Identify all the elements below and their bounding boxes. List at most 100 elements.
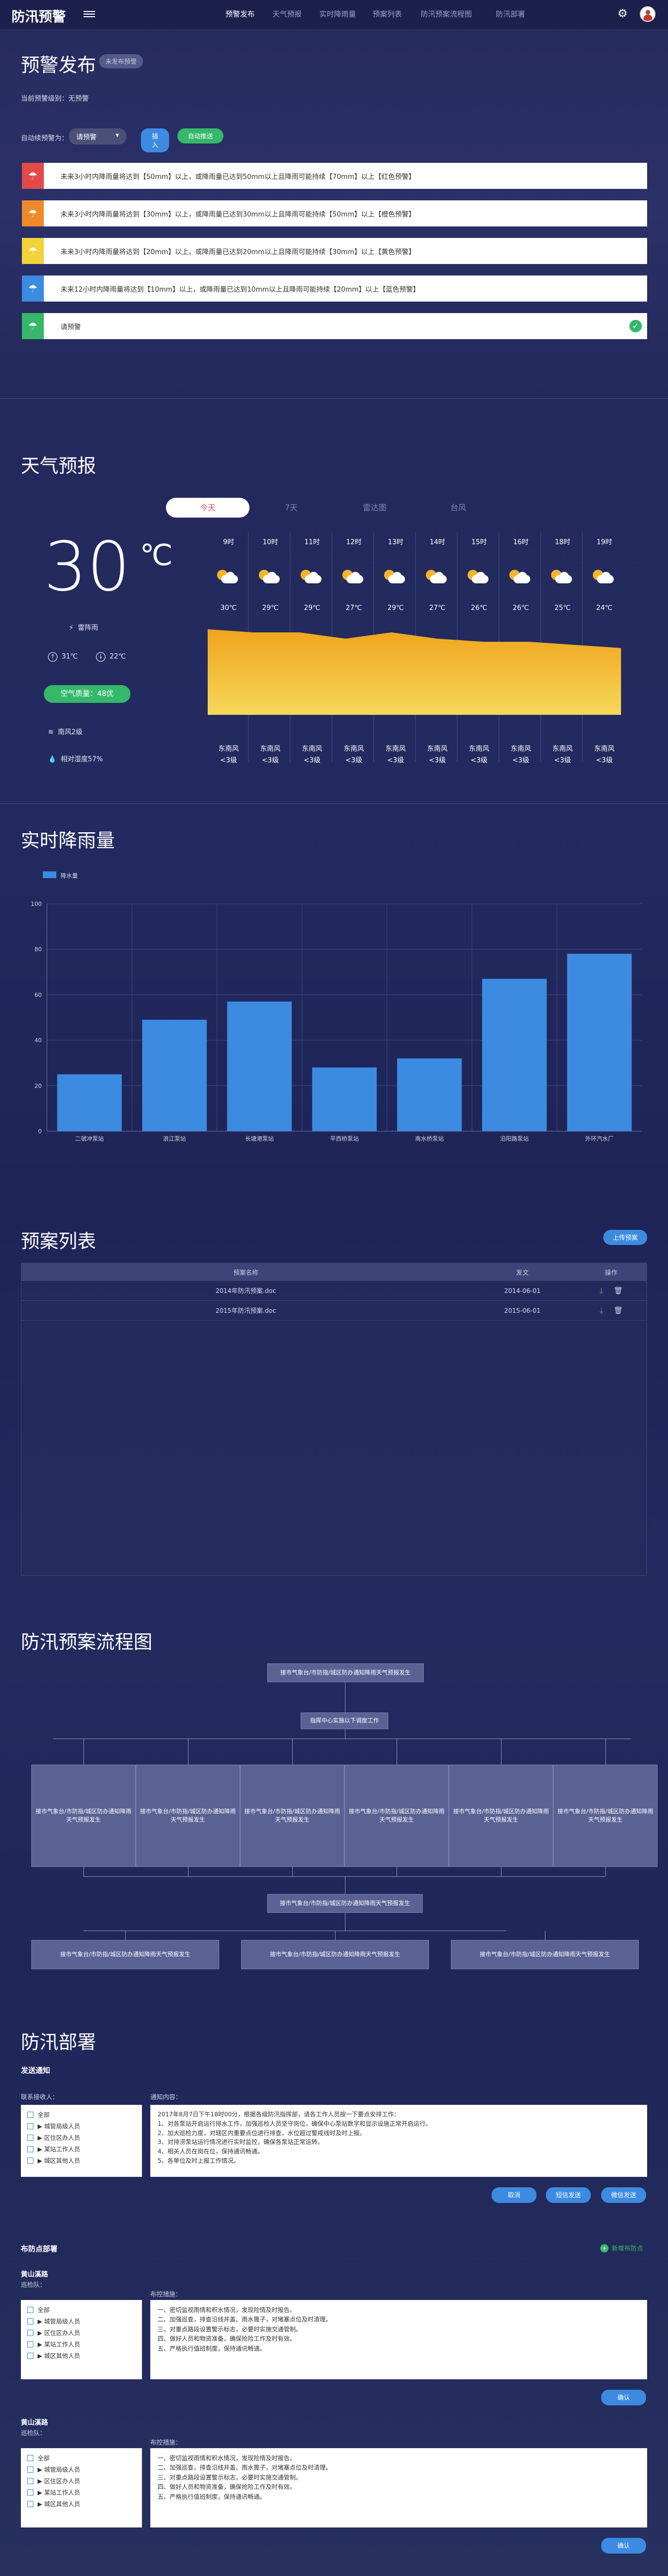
warning-row[interactable]: ☂ 未来3小时内降雨量将达到【50mm】以上，或降雨量已达到50mm以上且降雨可能… — [22, 163, 647, 189]
staff-checkbox[interactable]: 全部 — [27, 2304, 136, 2316]
auto-push-button[interactable]: 自动推送 — [177, 128, 223, 143]
trash-icon[interactable]: 🗑 — [614, 1307, 623, 1315]
lightning-icon: ⚡ — [69, 624, 74, 632]
plan-line: 五、严格执行值班制度，保持通讯畅通。 — [158, 2493, 266, 2500]
add-point-button[interactable]: + 新增布防点 — [600, 2244, 643, 2252]
flow-merge-box: 接市气象台/市防指/城区防办通知降雨天气预报发生 — [267, 1894, 423, 1913]
weather-title: 天气预报 — [21, 456, 97, 477]
hourly-forecast-chart — [208, 532, 621, 762]
check-icon[interactable]: ✓ — [629, 320, 642, 332]
notify-content-box[interactable]: 2017年8月7日下午18时00分，根据各级防汛指挥部，请各工作人员按一下要点安… — [150, 2105, 647, 2177]
insert-button[interactable]: 插入 — [141, 128, 169, 152]
hour-label: 12时 — [346, 538, 362, 546]
staff-checkbox[interactable]: ▶ 城区其他人员 — [27, 2350, 136, 2362]
cancel-button[interactable]: 取消 — [492, 2187, 536, 2203]
staff-checkbox[interactable]: ▶ 某站工作人员 — [27, 2339, 136, 2350]
staff-checkbox[interactable]: ▶ 区住区办人员 — [27, 2327, 136, 2339]
warning-row[interactable]: ☂ 未来3小时内降雨量将达到【30mm】以上，或降雨量已达到30mm以上且降雨可能… — [22, 200, 647, 226]
hour-temp: 27℃ — [429, 604, 446, 612]
droplet-icon: 💧 — [48, 756, 57, 763]
recipient-checkbox[interactable]: ▶ 城管局级人员 — [27, 2120, 136, 2132]
section-divider — [0, 398, 668, 399]
hour-wind: 东南风 — [594, 745, 615, 753]
gear-icon[interactable]: ⚙ — [616, 7, 629, 21]
hour-wind: 东南风 — [302, 745, 323, 753]
points-title: 布防点部署 — [21, 2245, 57, 2254]
staff-label-text: ▶ 区住区办人员 — [38, 2329, 80, 2337]
recipient-label: ▶ 区住区办人员 — [38, 2134, 80, 2141]
recipient-checkbox[interactable]: ▶ 区住区办人员 — [27, 2132, 136, 2143]
flow-connector — [335, 1931, 336, 1940]
hour-label: 16时 — [513, 538, 529, 546]
staff-checkbox[interactable]: ▶ 区住区办人员 — [27, 2475, 136, 2487]
upload-plan-button[interactable]: 上传预案 — [603, 1230, 647, 1245]
nav-item-flowchart[interactable]: 防汛预案流程图 — [421, 9, 472, 19]
partly-cloudy-icon — [257, 569, 283, 586]
nav-item-rainfall[interactable]: 实时降雨量 — [319, 9, 356, 19]
flow-step-box: 接市气象台/市防指/城区防办通知降雨天气预报发生 — [553, 1765, 658, 1867]
recipient-checkbox[interactable]: 全部 — [27, 2109, 136, 2120]
content-line: 5、各单位及时上报工作情况。 — [158, 2157, 240, 2165]
nav-item-alert[interactable]: 预警发布 — [225, 9, 255, 19]
tab-today[interactable]: 今天 — [166, 498, 249, 518]
plus-icon: + — [600, 2244, 609, 2252]
plan-box[interactable]: 一、密切监视雨情和积水情况，发现险情及时报告。 二、加强巡查，排查沿线井盖、雨水篦… — [150, 2448, 647, 2527]
flow-bottom-box: 接市气象台/市防指/城区防办通知降雨天气预报发生 — [241, 1940, 429, 1969]
staff-label-text: ▶ 城管局级人员 — [38, 2318, 80, 2325]
plan-line: 二、加强巡查，排查沿线井盖、雨水篦子，对堵塞点位及时清理。 — [158, 2316, 332, 2323]
flow-connector — [605, 1867, 606, 1876]
nav-item-deploy[interactable]: 防汛部署 — [496, 9, 525, 19]
warning-text: 未来3小时内降雨量将达到【50mm】以上，或降雨量已达到50mm以上且降雨可能持… — [61, 173, 415, 181]
staff-label: 巡检队： — [21, 2281, 46, 2289]
confirm-button[interactable]: 确认 — [601, 2390, 646, 2405]
tab-typhoon[interactable]: 台风 — [416, 498, 500, 518]
nav-item-plans[interactable]: 预案列表 — [373, 9, 402, 19]
staff-checkbox[interactable]: ▶ 城区其他人员 — [27, 2498, 136, 2510]
plan-date: 2015-06-01 — [504, 1307, 541, 1314]
avatar[interactable] — [640, 6, 655, 22]
download-icon[interactable]: ⤓ — [600, 1305, 603, 1316]
content-label: 通知内容： — [150, 2093, 182, 2101]
confirm-button[interactable]: 确认 — [601, 2538, 646, 2554]
wechat-send-button[interactable]: 微信发送 — [601, 2187, 646, 2203]
humidity-info: 💧 相对湿度57% — [48, 756, 103, 763]
plan-line: 二、加强巡查，排查沿线井盖、雨水篦子，对堵塞点位及时清理。 — [158, 2464, 332, 2472]
x-tick-label: 二號冲泵站 — [75, 1135, 104, 1142]
recipient-label: ▶ 某站工作人员 — [38, 2146, 80, 2153]
recipient-label: ▶ 城区其他人员 — [38, 2157, 80, 2164]
level-select[interactable]: 请预警 ▾ — [69, 128, 126, 145]
warning-row[interactable]: ☂ 请预警 ✓ — [22, 313, 647, 339]
content-line: 1、对各泵站开启运行排水工作，加强巡检人员坚守岗位，确保中心泵站数字和显示设施正… — [158, 2119, 432, 2127]
menu-icon[interactable] — [84, 9, 95, 19]
plan-box[interactable]: 一、密切监视雨情和积水情况，发现险情及时报告。 二、加强巡查，排查沿线井盖、雨水篦… — [150, 2300, 647, 2379]
warning-row[interactable]: ☂ 未来3小时内降雨量将达到【20mm】以上，或降雨量已达到20mm以上且降雨可能… — [22, 238, 647, 264]
y-tick-label: 20 — [34, 1083, 42, 1089]
staff-checkbox[interactable]: ▶ 城管局级人员 — [27, 2316, 136, 2327]
staff-checkbox[interactable]: ▶ 某站工作人员 — [27, 2487, 136, 2498]
y-tick-label: 0 — [38, 1128, 42, 1135]
content-line: 4、相关人员在岗在位，保持通讯畅通。 — [158, 2148, 264, 2155]
staff-checkbox[interactable]: ▶ 城管局级人员 — [27, 2464, 136, 2475]
rainfall-bar-chart: 0 20 40 60 80 100 二號冲泵站 浪江泵站 长塘港泵站 平西桥泵站 南水桥泵站 沿阳路泵… — [31, 901, 642, 1142]
hour-wind: 东南风 — [427, 745, 448, 753]
nav-item-weather[interactable]: 天气预报 — [272, 9, 302, 19]
tab-7days[interactable]: 7天 — [249, 498, 333, 518]
recipient-checkbox[interactable]: ▶ 城区其他人员 — [27, 2155, 136, 2166]
plan-date: 2014-06-01 — [504, 1287, 541, 1295]
flow-dispatch-box: 指挥中心实施以下调度工作 — [301, 1712, 388, 1729]
hour-wind-level: <3级 — [512, 757, 530, 764]
rain-bar — [227, 1001, 292, 1131]
tab-radar[interactable]: 雷达图 — [333, 498, 416, 518]
warning-text: 未来3小时内降雨量将达到【20mm】以上，或降雨量已达到20mm以上且降雨可能持… — [61, 248, 415, 256]
flow-connector — [292, 1739, 293, 1765]
legend-label: 降水量 — [61, 872, 78, 879]
flow-connector — [501, 1867, 502, 1876]
sms-send-button[interactable]: 短信发送 — [546, 2187, 591, 2203]
staff-label-text: ▶ 城区其他人员 — [38, 2500, 80, 2508]
recipient-checkbox[interactable]: ▶ 某站工作人员 — [27, 2143, 136, 2155]
trash-icon[interactable]: 🗑 — [614, 1287, 623, 1295]
download-icon[interactable]: ⤓ — [600, 1286, 603, 1296]
hour-wind-level: <3级 — [595, 757, 613, 764]
warning-row[interactable]: ☂ 未来12小时内降雨量将达到【10mm】以上，或降雨量已达到10mm以上且降雨可… — [22, 275, 647, 302]
staff-checkbox[interactable]: 全部 — [27, 2452, 136, 2464]
